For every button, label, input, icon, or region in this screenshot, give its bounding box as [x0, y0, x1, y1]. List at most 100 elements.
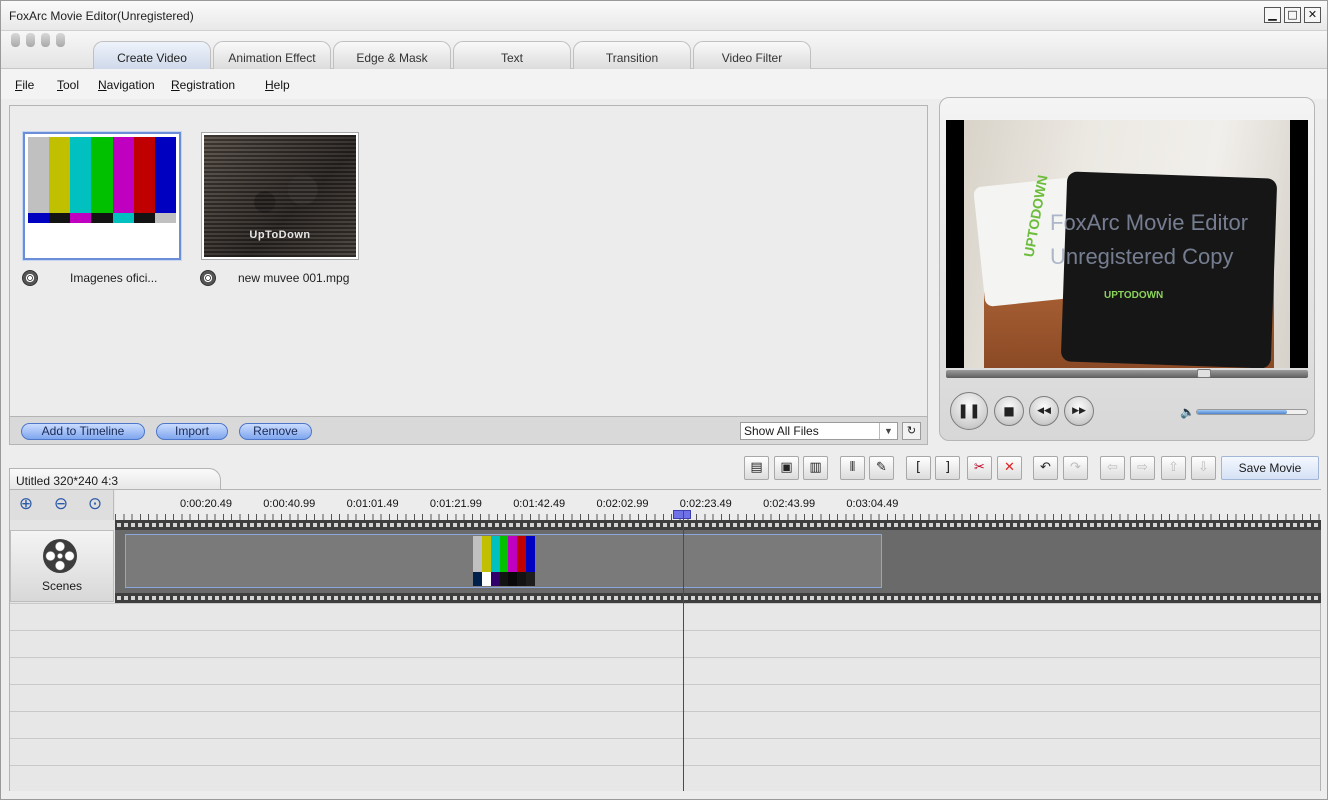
- ruler-time-label: 0:02:43.99: [763, 498, 816, 510]
- menu-file[interactable]: File: [15, 78, 34, 92]
- timeline-lane[interactable]: [10, 711, 1320, 738]
- media-library: Imagenes ofici... UpToDown new muvee 001…: [9, 105, 928, 417]
- color-bar-stripe: [154, 137, 176, 213]
- tab-transition[interactable]: Transition: [573, 41, 691, 69]
- app-orb-dots: [11, 33, 65, 47]
- orb-dot: [11, 33, 20, 47]
- move-left-icon[interactable]: ⇦: [1100, 456, 1125, 480]
- tab-animation-effect[interactable]: Animation Effect: [213, 41, 331, 69]
- timeline-lane[interactable]: [10, 657, 1320, 684]
- seek-handle[interactable]: [1196, 369, 1211, 378]
- mark-out-icon[interactable]: ]: [935, 456, 960, 480]
- color-bar-stripe: [490, 536, 500, 572]
- trim-icon[interactable]: ✎: [869, 456, 894, 480]
- track-label: Scenes: [41, 579, 83, 593]
- stop-button[interactable]: ■: [994, 396, 1024, 426]
- color-bar-stripe: [154, 212, 176, 224]
- color-bar-stripe: [28, 137, 50, 213]
- speaker-icon[interactable]: 🔈: [1180, 405, 1195, 419]
- add-to-timeline-button[interactable]: Add to Timeline: [21, 423, 145, 440]
- zoom-in-icon[interactable]: ⊕: [14, 493, 38, 517]
- zoom-out-icon[interactable]: ⊖: [49, 493, 73, 517]
- thumbnail-overlay-text: UpToDown: [249, 229, 311, 241]
- ruler-time-label: 0:01:42.49: [513, 498, 566, 510]
- minimize-button[interactable]: ▁: [1264, 7, 1281, 23]
- color-bar-stripe: [490, 572, 500, 586]
- close-button[interactable]: ✕: [1304, 7, 1321, 23]
- timeline-lane[interactable]: [10, 603, 1320, 630]
- tab-text[interactable]: Text: [453, 41, 571, 69]
- timeline-lane[interactable]: [10, 738, 1320, 765]
- tab-edge-mask[interactable]: Edge & Mask: [333, 41, 451, 69]
- video-file-icon: [200, 270, 216, 286]
- rewind-button[interactable]: ◀◀: [1029, 396, 1059, 426]
- ruler-time-label: 0:01:21.99: [429, 498, 482, 510]
- add-video-icon[interactable]: ▤: [744, 456, 769, 480]
- color-bar-stripe: [508, 572, 518, 586]
- file-filter-select[interactable]: Show All Files ▼: [740, 422, 898, 440]
- tab-video-filter[interactable]: Video Filter: [693, 41, 811, 69]
- mark-in-icon[interactable]: [: [906, 456, 931, 480]
- color-bar-stripe: [517, 572, 527, 586]
- volume-slider[interactable]: [1196, 409, 1308, 415]
- move-down-icon[interactable]: ⇩: [1191, 456, 1216, 480]
- timeline-lane[interactable]: [10, 630, 1320, 657]
- film-sprockets-top: [115, 520, 1321, 530]
- cut-icon[interactable]: ✂: [967, 456, 992, 480]
- time-ruler[interactable]: 0:00:20.49 0:00:40.99 0:01:01.49 0:01:21.99…: [115, 490, 1321, 520]
- maximize-button[interactable]: □: [1284, 7, 1301, 23]
- delete-icon[interactable]: ✕: [997, 456, 1022, 480]
- zoom-fit-icon[interactable]: ⊙: [83, 493, 107, 517]
- app-window: FoxArc Movie Editor(Unregistered) ▁ □ ✕ …: [0, 0, 1328, 800]
- preview-frame: UPTODOWN UPTODOWN FoxArc Movie Editor Un…: [964, 120, 1290, 368]
- timeline: ⊕ ⊖ ⊙ 0:00:20.49 0:00:40.99 0:01:01.49 0:01…: [9, 489, 1321, 791]
- menu-registration[interactable]: Registration: [171, 78, 235, 92]
- tab-create-video[interactable]: Create Video: [93, 41, 211, 69]
- clip-thumbnail: [473, 536, 536, 586]
- seek-bar[interactable]: [946, 369, 1308, 378]
- color-bar-stripe: [526, 536, 536, 572]
- remove-button[interactable]: Remove: [239, 423, 312, 440]
- refresh-icon[interactable]: ↻: [902, 422, 921, 440]
- orb-dot: [26, 33, 35, 47]
- timeline-clip[interactable]: [125, 534, 882, 588]
- color-bar-stripe: [133, 137, 155, 213]
- scenes-track[interactable]: [115, 530, 1321, 602]
- pause-button[interactable]: ❚❚: [950, 392, 988, 430]
- film-sprockets-bottom: [115, 593, 1321, 603]
- color-bar-stripe: [70, 212, 92, 224]
- media-item-video[interactable]: UpToDown: [201, 132, 359, 260]
- ruler-time-label: 0:03:04.49: [846, 498, 899, 510]
- save-project-icon[interactable]: ▥: [803, 456, 828, 480]
- project-tab[interactable]: Utitled 320*240 4:3: [9, 468, 221, 490]
- chevron-down-icon[interactable]: ▼: [879, 423, 897, 439]
- menu-help[interactable]: Help: [265, 78, 290, 92]
- menu-navigation[interactable]: Navigation: [98, 78, 155, 92]
- move-up-icon[interactable]: ⇧: [1161, 456, 1186, 480]
- undo-icon[interactable]: ↶: [1033, 456, 1058, 480]
- menu-tool[interactable]: Tool: [57, 78, 79, 92]
- timeline-lane[interactable]: [10, 684, 1320, 711]
- watermark-line: Unregistered Copy: [1050, 244, 1234, 269]
- file-filter-value: Show All Files: [744, 424, 819, 438]
- move-right-icon[interactable]: ⇨: [1130, 456, 1155, 480]
- main-tabs: Create Video Animation Effect Edge & Mas…: [1, 31, 1327, 69]
- unregistered-watermark: FoxArc Movie Editor Unregistered Copy: [1050, 206, 1248, 274]
- color-bar-stripe: [526, 572, 536, 586]
- ruler-time-label: 0:01:01.49: [346, 498, 399, 510]
- zoom-controls: ⊕ ⊖ ⊙: [10, 490, 114, 520]
- split-icon[interactable]: ⫴: [840, 456, 865, 480]
- redo-icon[interactable]: ↷: [1063, 456, 1088, 480]
- media-item-colorbars[interactable]: [23, 132, 181, 260]
- fast-forward-button[interactable]: ▶▶: [1064, 396, 1094, 426]
- timeline-lane[interactable]: [10, 765, 1320, 791]
- import-button[interactable]: Import: [156, 423, 228, 440]
- playhead-handle[interactable]: [673, 510, 691, 519]
- color-bar-stripe: [517, 536, 527, 572]
- color-bar-stripe: [499, 536, 509, 572]
- open-project-icon[interactable]: ▣: [774, 456, 799, 480]
- save-movie-button[interactable]: Save Movie: [1221, 456, 1319, 480]
- color-bar-stripe: [473, 572, 482, 586]
- window-title: FoxArc Movie Editor(Unregistered): [9, 9, 194, 23]
- media-caption: Imagenes ofici...: [70, 271, 158, 285]
